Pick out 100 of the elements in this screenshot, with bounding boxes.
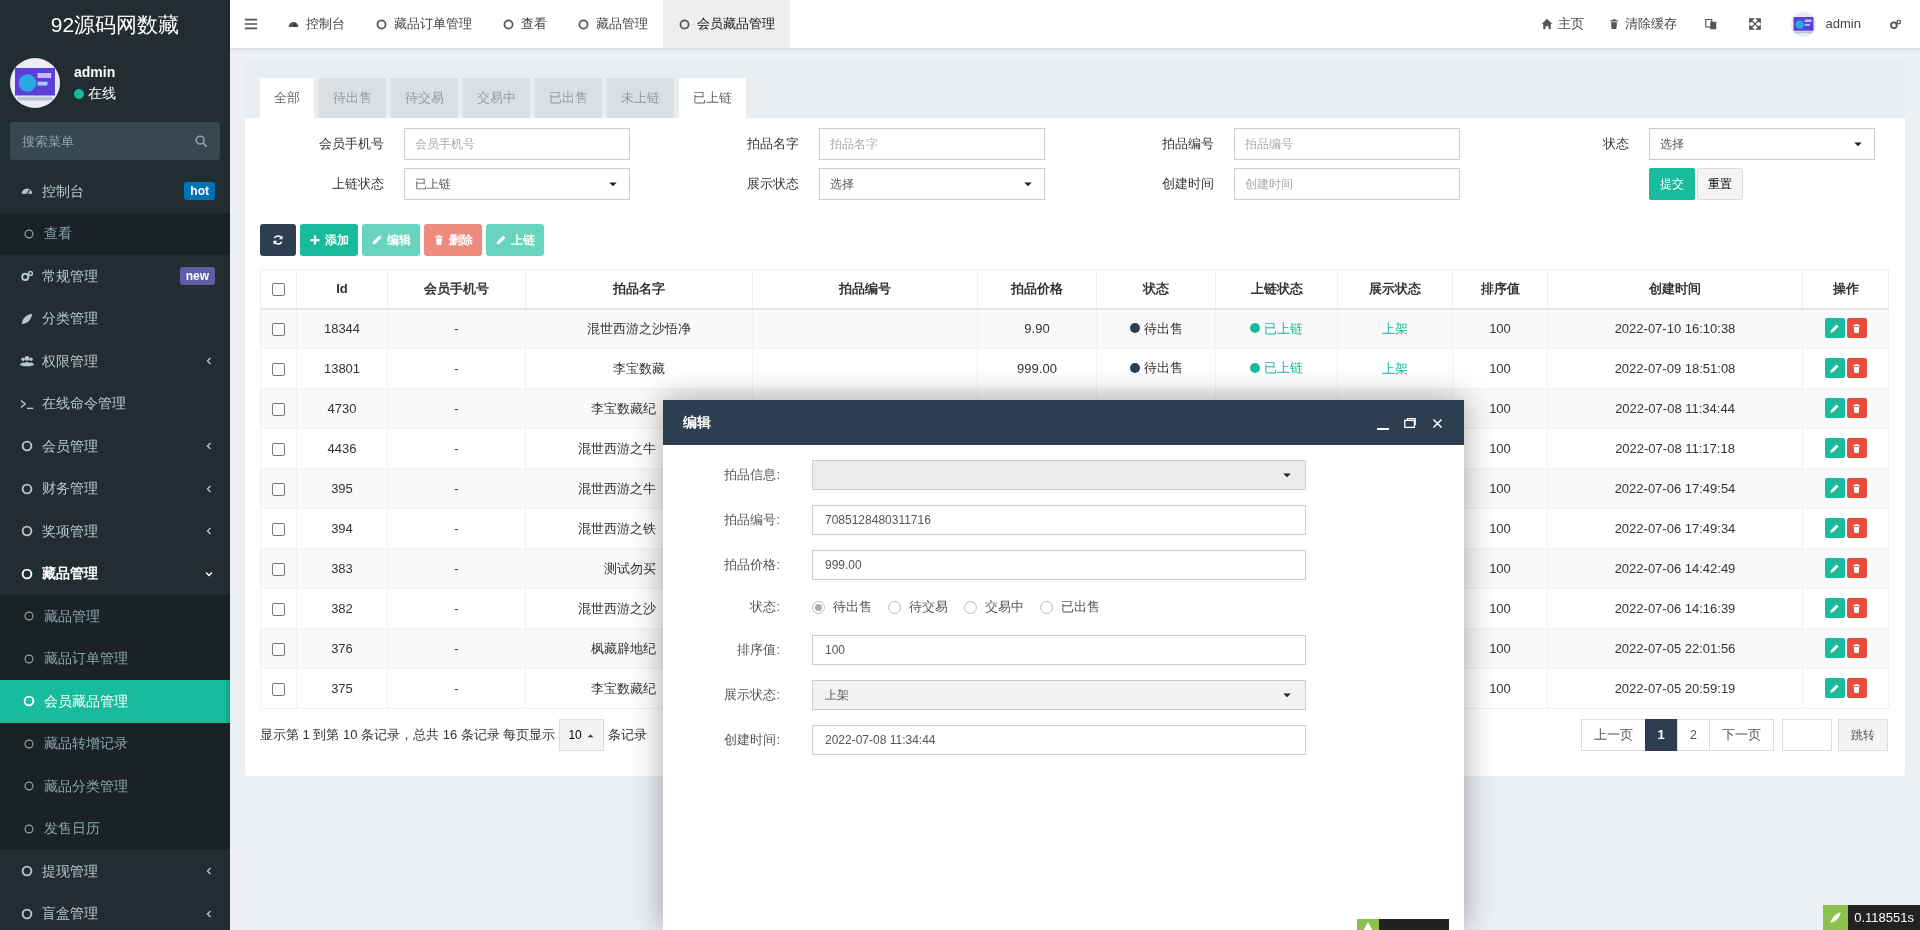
checkbox[interactable] xyxy=(272,323,285,337)
checkbox[interactable] xyxy=(272,442,285,456)
select-field[interactable]: 选择 xyxy=(819,168,1045,200)
filter-tab[interactable]: 全部 xyxy=(260,78,314,118)
sidebar-item[interactable]: 会员管理 xyxy=(0,425,230,468)
column-header: 排序值 xyxy=(1452,269,1548,309)
page-tab[interactable]: 控制台 xyxy=(272,0,360,48)
menu-badge: hot xyxy=(184,182,215,201)
circle-icon xyxy=(22,651,36,666)
radio-button[interactable] xyxy=(812,600,825,614)
select-field[interactable]: 选择 xyxy=(1649,128,1875,160)
radio-option[interactable]: 交易中 xyxy=(964,597,1024,617)
page-tab[interactable]: 查看 xyxy=(487,0,562,48)
input-field[interactable]: 拍品名字 xyxy=(819,128,1045,160)
header-link[interactable]: 主页 xyxy=(1528,0,1596,48)
select-field[interactable] xyxy=(812,459,1306,490)
sidebar-subitem[interactable]: 查看 xyxy=(0,212,230,255)
input-field[interactable]: 拍品编号 xyxy=(1234,128,1460,160)
checkbox[interactable] xyxy=(272,682,285,696)
search-field[interactable]: 搜索菜单 xyxy=(10,122,220,160)
pencil-icon xyxy=(1829,642,1840,654)
radio-button[interactable] xyxy=(888,600,901,614)
edit-button[interactable] xyxy=(1824,318,1845,339)
sidebar-subitem[interactable]: 藏品转增记录 xyxy=(0,722,230,765)
table-cell: 2022-07-09 18:51:08 xyxy=(1547,348,1803,389)
checkbox[interactable] xyxy=(272,283,285,297)
refresh-button[interactable] xyxy=(260,224,296,256)
page-size-dropdown[interactable]: 10 xyxy=(559,719,604,751)
sidebar-item[interactable]: 奖项管理 xyxy=(0,510,230,553)
table-cell: 100 xyxy=(1452,348,1548,389)
sidebar-item[interactable]: 财务管理 xyxy=(0,467,230,510)
header-link[interactable]: 清除缓存 xyxy=(1595,0,1689,48)
edit-button[interactable] xyxy=(1824,398,1845,418)
debug-timer: 0.118551s xyxy=(1848,905,1920,930)
delete-button[interactable] xyxy=(1846,478,1867,498)
table-cell: 2022-07-06 17:49:34 xyxy=(1547,508,1803,549)
sidebar-subitem[interactable]: 发售日历 xyxy=(0,807,230,850)
page-tab[interactable]: 藏品管理 xyxy=(562,0,663,48)
checkbox[interactable] xyxy=(272,602,285,616)
page-tab[interactable]: 会员藏品管理 xyxy=(663,0,790,48)
page-button[interactable]: 2 xyxy=(1676,719,1710,751)
delete-button[interactable] xyxy=(1846,518,1867,538)
edit-button[interactable] xyxy=(1824,478,1845,498)
edit-button[interactable] xyxy=(1824,598,1845,618)
next-page-button[interactable]: 下一页 xyxy=(1709,719,1774,751)
jump-button[interactable]: 跳转 xyxy=(1838,719,1888,751)
checkbox[interactable] xyxy=(272,642,285,656)
sidebar-item[interactable]: 藏品管理 xyxy=(0,552,230,595)
sidebar-item[interactable]: 提现管理 xyxy=(0,850,230,893)
edit-button[interactable] xyxy=(1824,638,1845,658)
input-field[interactable]: 会员手机号 xyxy=(404,128,630,160)
page-input[interactable] xyxy=(1782,719,1832,751)
sidebar-subitem[interactable]: 藏品订单管理 xyxy=(0,637,230,680)
checkbox[interactable] xyxy=(272,482,285,496)
page-button[interactable]: 1 xyxy=(1644,719,1678,751)
radio-option[interactable]: 待交易 xyxy=(888,597,948,617)
sidebar-item[interactable]: 常规管理 new xyxy=(0,255,230,298)
delete-button[interactable] xyxy=(1846,678,1867,698)
radio-button[interactable] xyxy=(1040,600,1053,614)
input-field[interactable]: 创建时间 xyxy=(1234,168,1460,200)
delete-button[interactable] xyxy=(1846,598,1867,618)
user-status: 在线 xyxy=(88,84,116,103)
radio-option[interactable]: 已出售 xyxy=(1040,597,1100,617)
edit-button[interactable] xyxy=(1824,438,1845,458)
input-field[interactable]: 999.00 xyxy=(812,549,1306,580)
radio-option[interactable]: 待出售 xyxy=(812,597,872,617)
circle-icon xyxy=(20,439,34,454)
sidebar-item[interactable]: 控制台 hot xyxy=(0,170,230,213)
radio-button[interactable] xyxy=(964,600,977,614)
sidebar-subitem[interactable]: 藏品管理 xyxy=(0,595,230,638)
checkbox[interactable] xyxy=(272,402,285,416)
input-field[interactable]: 2022-07-08 11:34:44 xyxy=(812,724,1306,755)
prev-page-button[interactable]: 上一页 xyxy=(1580,719,1646,751)
checkbox[interactable] xyxy=(272,522,285,536)
sidebar-item[interactable]: 在线命令管理 xyxy=(0,382,230,425)
edit-button[interactable] xyxy=(1824,558,1845,578)
user-menu[interactable]: admin xyxy=(1776,0,1875,48)
filter-tab[interactable]: 已上链 xyxy=(679,78,746,118)
edit-button[interactable] xyxy=(1824,678,1845,698)
sidebar-item[interactable]: 盲盒管理 xyxy=(0,892,230,930)
delete-button[interactable] xyxy=(1846,358,1867,378)
sidebar-item[interactable]: 分类管理 xyxy=(0,297,230,340)
sidebar-subitem[interactable]: 藏品分类管理 xyxy=(0,765,230,808)
select-field[interactable]: 上架 xyxy=(812,679,1306,710)
delete-button[interactable] xyxy=(1846,438,1867,458)
checkbox[interactable] xyxy=(272,362,285,376)
sidebar-item[interactable]: 权限管理 xyxy=(0,340,230,383)
table-cell: - xyxy=(387,508,526,549)
reset-button[interactable]: 重置 xyxy=(1697,168,1743,200)
input-field[interactable]: 7085128480311716 xyxy=(812,504,1306,535)
select-field[interactable]: 已上链 xyxy=(404,168,630,200)
delete-button[interactable] xyxy=(1846,398,1867,418)
delete-button[interactable] xyxy=(1846,318,1867,339)
delete-button[interactable] xyxy=(1846,558,1867,578)
edit-button[interactable] xyxy=(1824,358,1845,378)
checkbox[interactable] xyxy=(272,562,285,576)
edit-button[interactable] xyxy=(1824,518,1845,538)
delete-button[interactable] xyxy=(1846,638,1867,658)
page-tab[interactable]: 藏品订单管理 xyxy=(360,0,487,48)
input-field[interactable]: 100 xyxy=(812,634,1306,665)
